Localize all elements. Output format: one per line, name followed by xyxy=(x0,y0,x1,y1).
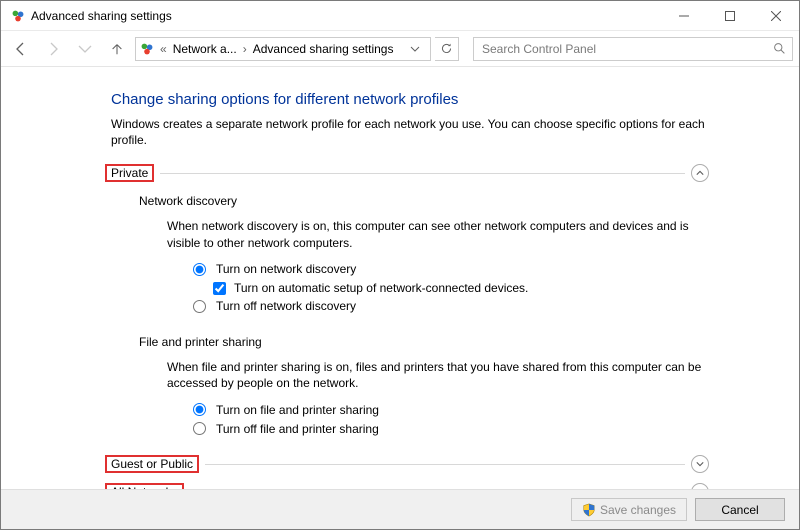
radio-nd-off-label: Turn off network discovery xyxy=(216,299,356,313)
radio-nd-on-input[interactable] xyxy=(193,263,206,276)
subsection-file-printer: File and printer sharing When file and p… xyxy=(111,325,709,447)
section-label-all: All Networks xyxy=(105,483,184,489)
subsection-network-discovery: Network discovery When network discovery… xyxy=(111,184,709,324)
radio-nd-on[interactable]: Turn on network discovery xyxy=(193,261,709,278)
section-private: Private Network discovery When network d… xyxy=(111,162,709,447)
section-all: All Networks xyxy=(111,481,709,489)
section-label-guest: Guest or Public xyxy=(105,455,199,473)
content-area: Change sharing options for different net… xyxy=(1,67,799,489)
window-title: Advanced sharing settings xyxy=(1,9,661,23)
chevron-right-icon: › xyxy=(241,42,249,56)
page-description: Windows creates a separate network profi… xyxy=(111,116,709,148)
radiogroup-file-printer: Turn on file and printer sharing Turn of… xyxy=(139,401,709,437)
radio-fps-on-label: Turn on file and printer sharing xyxy=(216,403,379,417)
radio-fps-off[interactable]: Turn off file and printer sharing xyxy=(193,420,709,437)
section-guest: Guest or Public xyxy=(111,453,709,475)
radio-fps-off-input[interactable] xyxy=(193,422,206,435)
subhead-file-printer: File and printer sharing xyxy=(139,335,709,349)
refresh-button[interactable] xyxy=(435,37,459,61)
cancel-label: Cancel xyxy=(721,503,758,517)
radio-fps-on-input[interactable] xyxy=(193,403,206,416)
collapse-icon[interactable] xyxy=(691,164,709,182)
titlebar: Advanced sharing settings xyxy=(1,1,799,31)
app-icon xyxy=(11,9,25,23)
radio-nd-off-input[interactable] xyxy=(193,300,206,313)
forward-button[interactable] xyxy=(39,35,67,63)
up-button[interactable] xyxy=(103,35,131,63)
save-changes-label: Save changes xyxy=(600,503,676,517)
shield-icon xyxy=(582,503,596,517)
checkbox-auto-setup-input[interactable] xyxy=(213,282,226,295)
section-label-private: Private xyxy=(105,164,154,182)
breadcrumb-item-network[interactable]: Network a... xyxy=(173,42,237,56)
breadcrumb-item-advanced[interactable]: Advanced sharing settings xyxy=(253,42,394,56)
expand-icon[interactable] xyxy=(691,455,709,473)
recent-locations-button[interactable] xyxy=(71,35,99,63)
page-heading: Change sharing options for different net… xyxy=(111,91,709,108)
expand-icon[interactable] xyxy=(691,483,709,489)
section-header-private[interactable]: Private xyxy=(111,162,709,184)
cancel-button[interactable]: Cancel xyxy=(695,498,785,521)
radio-fps-off-label: Turn off file and printer sharing xyxy=(216,422,379,436)
radiogroup-network-discovery: Turn on network discovery Turn on automa… xyxy=(139,261,709,315)
minimize-button[interactable] xyxy=(661,1,707,31)
search-input[interactable] xyxy=(480,41,773,57)
window: Advanced sharing settings xyxy=(0,0,800,530)
subdesc-network-discovery: When network discovery is on, this compu… xyxy=(139,218,709,260)
close-button[interactable] xyxy=(753,1,799,31)
checkbox-auto-setup[interactable]: Turn on automatic setup of network-conne… xyxy=(193,280,709,297)
search-icon[interactable] xyxy=(773,42,786,55)
save-changes-button[interactable]: Save changes xyxy=(571,498,687,521)
subhead-network-discovery: Network discovery xyxy=(139,194,709,208)
toolbar: « Network a... › Advanced sharing settin… xyxy=(1,31,799,67)
search-box[interactable] xyxy=(473,37,793,61)
window-title-text: Advanced sharing settings xyxy=(31,9,172,23)
breadcrumb-root[interactable]: « xyxy=(158,42,169,56)
radio-nd-on-label: Turn on network discovery xyxy=(216,262,356,276)
checkbox-auto-setup-label: Turn on automatic setup of network-conne… xyxy=(234,281,528,295)
back-button[interactable] xyxy=(7,35,35,63)
footer: Save changes Cancel xyxy=(1,489,799,529)
section-header-all[interactable]: All Networks xyxy=(111,481,709,489)
subdesc-file-printer: When file and printer sharing is on, fil… xyxy=(139,359,709,401)
radio-nd-off[interactable]: Turn off network discovery xyxy=(193,298,709,315)
section-header-guest[interactable]: Guest or Public xyxy=(111,453,709,475)
address-icon xyxy=(140,42,154,56)
maximize-button[interactable] xyxy=(707,1,753,31)
address-dropdown-button[interactable] xyxy=(404,38,426,60)
address-bar[interactable]: « Network a... › Advanced sharing settin… xyxy=(135,37,431,61)
radio-fps-on[interactable]: Turn on file and printer sharing xyxy=(193,401,709,418)
